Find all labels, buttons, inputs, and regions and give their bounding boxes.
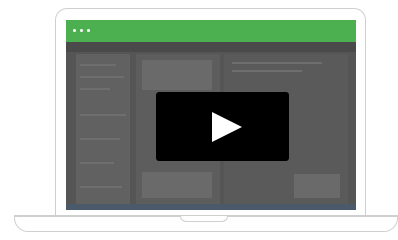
content-thumbnail [142, 172, 212, 198]
content-thumbnail [142, 60, 212, 90]
laptop-screen [66, 20, 356, 210]
sidebar-line [80, 162, 114, 164]
window-dot [73, 29, 76, 32]
window-dots [73, 29, 90, 32]
sidebar-line [80, 114, 126, 116]
page-sidebar [76, 54, 130, 204]
laptop-trackpad-notch [180, 216, 228, 222]
play-icon [212, 112, 242, 142]
sidebar-line [80, 64, 116, 66]
sidebar-line [80, 76, 124, 78]
window-dot [87, 29, 90, 32]
page-header-bar [66, 42, 356, 52]
sidebar-line [80, 186, 122, 188]
page-footer-bar [66, 204, 356, 210]
content-line [232, 70, 302, 72]
video-play-button[interactable] [156, 92, 289, 161]
window-dot [80, 29, 83, 32]
browser-titlebar [66, 20, 356, 42]
sidebar-line [80, 138, 120, 140]
content-line [232, 62, 322, 64]
content-thumbnail [294, 174, 340, 198]
sidebar-line [80, 88, 110, 90]
laptop-video-preview [0, 0, 398, 240]
